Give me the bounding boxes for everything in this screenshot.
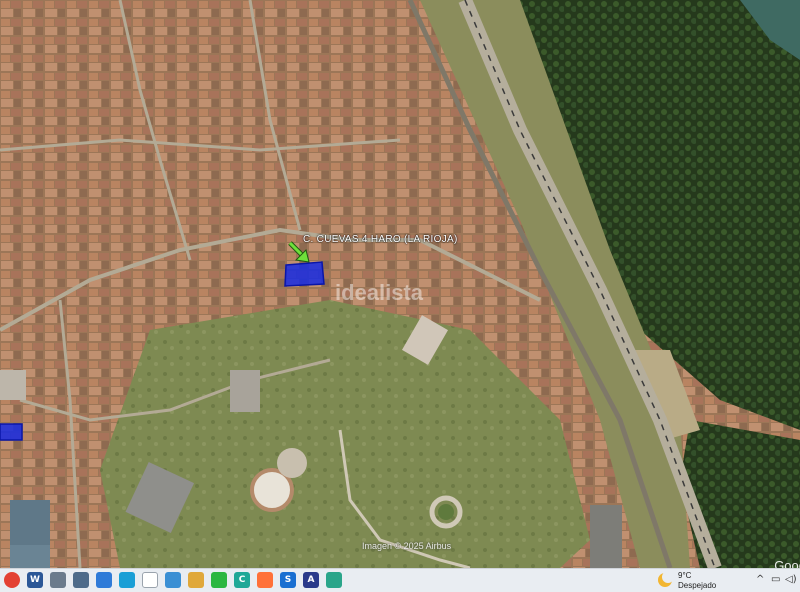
chat-icon[interactable]: C bbox=[234, 572, 250, 588]
folder-icon[interactable] bbox=[188, 572, 204, 588]
solar-panels bbox=[10, 500, 50, 545]
roundabout-center bbox=[438, 504, 454, 520]
grey-building bbox=[230, 370, 260, 412]
file-icon[interactable] bbox=[142, 572, 158, 588]
building-southeast bbox=[590, 505, 622, 568]
app-window-icon[interactable] bbox=[50, 572, 66, 588]
weather-temperature: 9°C bbox=[678, 571, 692, 580]
browser-icon[interactable] bbox=[165, 572, 181, 588]
building-west bbox=[0, 370, 26, 400]
arc-icon[interactable]: A bbox=[303, 572, 319, 588]
word-icon[interactable]: W bbox=[27, 572, 43, 588]
edge-icon[interactable] bbox=[119, 572, 135, 588]
forest-southeast bbox=[680, 420, 800, 568]
gallery-icon[interactable] bbox=[96, 572, 112, 588]
satellite-map[interactable]: C. CUEVAS 4 HARO (LA RIOJA) idealista Im… bbox=[0, 0, 800, 568]
imagery-credit: Imagen © 2025 Airbus bbox=[362, 541, 452, 551]
display-icon[interactable]: ▭ bbox=[771, 574, 780, 585]
chrome-icon[interactable] bbox=[4, 572, 20, 588]
moon-icon bbox=[658, 571, 674, 587]
watermark-logo: idealista bbox=[335, 280, 424, 305]
monitor-icon[interactable] bbox=[326, 572, 342, 588]
network-icon[interactable] bbox=[73, 572, 89, 588]
windows-taskbar: W C SA 9°C Despejado ^ ▭ ◁) bbox=[0, 568, 800, 592]
round-building bbox=[277, 448, 307, 478]
tray-chevron-icon[interactable]: ^ bbox=[756, 574, 764, 585]
corner-brand-logo: Goog bbox=[774, 558, 800, 568]
solar-panels-2 bbox=[10, 545, 50, 568]
s-app-icon[interactable]: S bbox=[280, 572, 296, 588]
weather-widget[interactable]: 9°C Despejado bbox=[658, 571, 718, 591]
weather-condition: Despejado bbox=[678, 581, 717, 590]
placemark-label[interactable]: C. CUEVAS 4 HARO (LA RIOJA) bbox=[303, 234, 458, 245]
firefox-icon[interactable] bbox=[257, 572, 273, 588]
highlighted-parcel-west bbox=[0, 423, 23, 441]
volume-icon[interactable]: ◁) bbox=[785, 574, 797, 585]
highlighted-parcel bbox=[284, 261, 325, 287]
whatsapp-icon[interactable] bbox=[211, 572, 227, 588]
